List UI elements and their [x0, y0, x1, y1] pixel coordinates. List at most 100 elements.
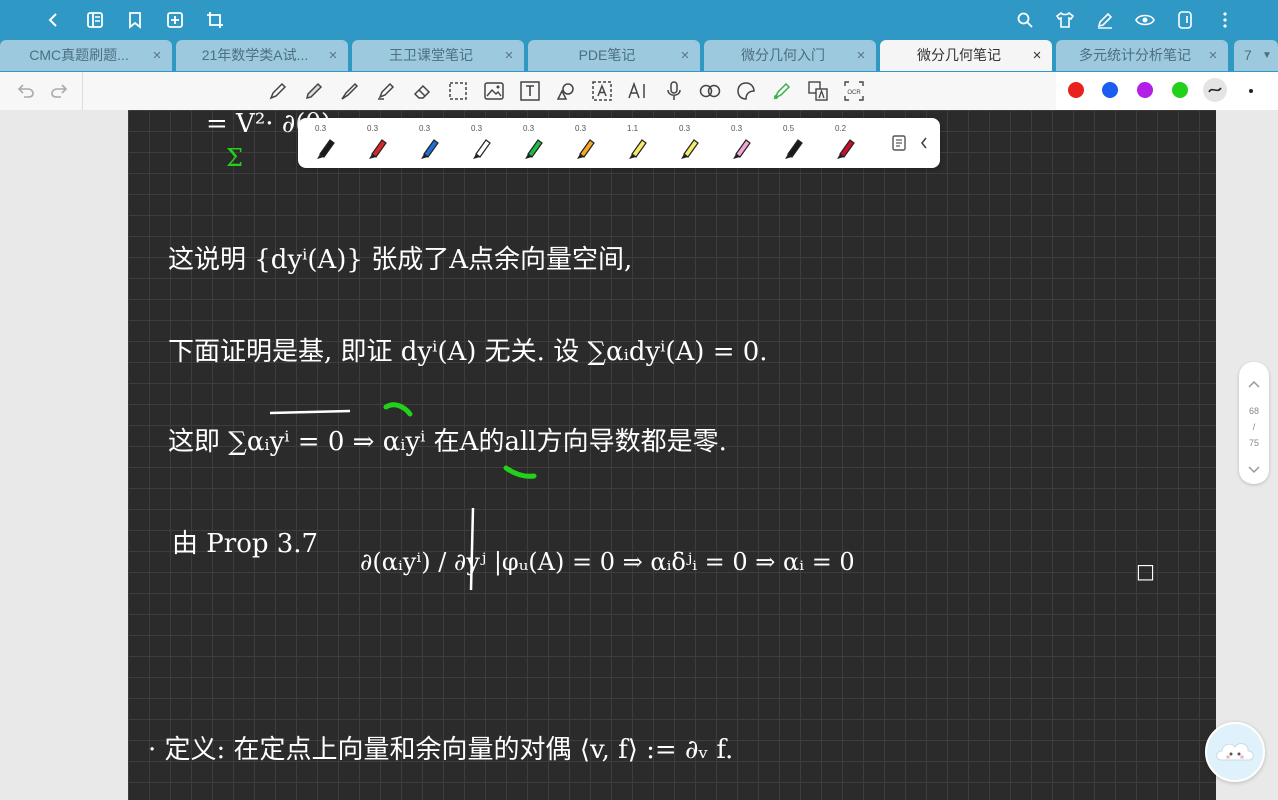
tab-pde-notes[interactable]: PDE笔记 × — [528, 40, 700, 71]
highlighter-icon[interactable] — [374, 79, 398, 103]
fountain-pen-icon[interactable] — [266, 79, 290, 103]
undo-icon[interactable] — [14, 79, 38, 103]
tray-collapse-icon[interactable] — [915, 134, 933, 152]
pen-icon — [629, 139, 647, 159]
pen-size-label: 0.2 — [835, 124, 847, 133]
note-page[interactable]: = V²· ∂(θ) Σ 这说明 {dyⁱ(A)} 张成了A点余向量空间, 下面… — [128, 110, 1216, 800]
tab-close-icon[interactable]: × — [150, 40, 164, 71]
tab-21-math-a[interactable]: 21年数学类A试... × — [176, 40, 348, 71]
pen-tray: 0.3 0.3 0.3 0.3 0.3 0.3 1.1 0.3 0.3 0.5 0.2 — [298, 118, 940, 168]
toolbar-divider — [82, 72, 83, 110]
add-page-icon[interactable] — [163, 8, 187, 32]
pen-preset[interactable]: 0.3 — [456, 118, 506, 168]
color-swatch-blue[interactable] — [1102, 82, 1118, 98]
page-down-icon[interactable] — [1247, 462, 1261, 480]
tab-diffgeo-notes[interactable]: 微分几何笔记 × — [880, 40, 1052, 71]
tab-multivariate-stats[interactable]: 多元统计分析笔记 × — [1056, 40, 1228, 71]
note-line-prop: 由 Prop 3.7 — [172, 529, 318, 559]
brush-pen-icon[interactable] — [338, 79, 362, 103]
tab-cmc[interactable]: CMC真题刷题... × — [0, 40, 172, 71]
pen-size-label: 0.3 — [315, 124, 327, 133]
link-icon[interactable] — [698, 79, 722, 103]
pen-edit-icon[interactable] — [1093, 8, 1117, 32]
pencil-icon[interactable] — [302, 79, 326, 103]
pen-preset[interactable]: 0.3 — [664, 118, 714, 168]
color-swatch-red[interactable] — [1068, 82, 1084, 98]
bookmark-icon[interactable] — [123, 8, 147, 32]
tab-diffgeo-intro[interactable]: 微分几何入门 × — [704, 40, 876, 71]
pen-preset[interactable]: 0.3 — [404, 118, 454, 168]
note-line-conclusion: ∂(αᵢyⁱ) / ∂yʲ |φᵤ(A) = 0 ⇒ αᵢδʲᵢ = 0 ⇒ α… — [360, 548, 855, 577]
text-recognition-icon[interactable] — [590, 79, 614, 103]
shape-icon[interactable] — [554, 79, 578, 103]
note-line-definition: · 定义: 在定点上向量和余向量的对偶 ⟨v, f⟩ := ∂ᵥ f. — [148, 735, 733, 765]
overline-stroke — [269, 409, 351, 415]
tab-label: 多元统计分析笔记 — [1079, 47, 1191, 63]
pen-preset[interactable]: 0.3 — [560, 118, 610, 168]
redo-icon[interactable] — [47, 79, 71, 103]
pen-icon — [733, 139, 751, 159]
tab-label: 微分几何笔记 — [917, 47, 1001, 63]
text-box-icon[interactable] — [518, 79, 542, 103]
more-vertical-icon[interactable] — [1213, 8, 1237, 32]
pen-preset[interactable]: 0.3 — [508, 118, 558, 168]
microphone-icon[interactable] — [662, 79, 686, 103]
image-icon[interactable] — [482, 79, 506, 103]
pen-size-label: 0.5 — [783, 124, 795, 133]
pen-size-label: 0.3 — [679, 124, 691, 133]
note-line-directional: 这即 ∑αᵢyⁱ = 0 ⇒ αᵢyⁱ 在A的all方向导数都是零. — [168, 427, 727, 457]
translate-icon[interactable] — [806, 79, 830, 103]
tab-close-icon[interactable]: × — [502, 40, 516, 71]
tab-close-icon[interactable]: × — [1206, 40, 1220, 71]
tab-label: CMC真题刷题... — [29, 47, 129, 63]
note-sigma-green: Σ — [226, 144, 243, 172]
tab-wangwei-notes[interactable]: 王卫课堂笔记 × — [352, 40, 524, 71]
crop-icon[interactable] — [203, 8, 227, 32]
pen-preset[interactable]: 0.3 — [300, 118, 350, 168]
search-icon[interactable] — [1013, 8, 1037, 32]
pen-size-dot-icon[interactable] — [1249, 89, 1253, 93]
pen-preset[interactable]: 0.3 — [352, 118, 402, 168]
theme-shirt-icon[interactable] — [1053, 8, 1077, 32]
tab-close-icon[interactable]: × — [678, 40, 692, 71]
pen-size-label: 0.3 — [731, 124, 743, 133]
laser-pointer-icon[interactable] — [770, 79, 794, 103]
ai-icon[interactable] — [626, 79, 650, 103]
pen-size-label: 1.1 — [627, 124, 639, 133]
tab-label: 王卫课堂笔记 — [389, 47, 473, 63]
notebook-icon[interactable] — [83, 8, 107, 32]
note-line-span: 这说明 {dyⁱ(A)} 张成了A点余向量空间, — [168, 245, 632, 275]
view-eye-icon[interactable] — [1133, 8, 1157, 32]
color-swatch-purple[interactable] — [1137, 82, 1153, 98]
pen-icon — [837, 139, 855, 159]
pen-preset[interactable]: 0.2 — [820, 118, 870, 168]
tab-label: 21年数学类A试... — [201, 47, 309, 63]
tab-overflow[interactable]: 7 ▼ — [1234, 40, 1278, 71]
page-up-icon[interactable] — [1247, 376, 1261, 394]
back-icon[interactable] — [42, 8, 66, 32]
tab-label: PDE笔记 — [578, 47, 636, 63]
sticker-icon[interactable] — [734, 79, 758, 103]
eraser-icon[interactable] — [410, 79, 434, 103]
pen-icon — [525, 139, 543, 159]
tab-label: 微分几何入门 — [741, 47, 825, 63]
pen-icon — [369, 139, 387, 159]
canvas-area: = V²· ∂(θ) Σ 这说明 {dyⁱ(A)} 张成了A点余向量空间, 下面… — [0, 110, 1278, 800]
pen-size-label: 0.3 — [575, 124, 587, 133]
tab-dropdown-icon[interactable]: ▼ — [1262, 40, 1272, 71]
tray-settings-icon[interactable] — [890, 134, 908, 152]
tab-close-icon[interactable]: × — [854, 40, 868, 71]
assistant-cloud-icon[interactable] — [1205, 722, 1265, 782]
color-swatch-green[interactable] — [1172, 82, 1188, 98]
pen-preset[interactable]: 0.3 — [716, 118, 766, 168]
tab-close-icon[interactable]: × — [326, 40, 340, 71]
device-mode-icon[interactable] — [1173, 8, 1197, 32]
ocr-icon[interactable]: OCR — [842, 79, 866, 103]
lasso-select-icon[interactable] — [446, 79, 470, 103]
tab-label: 7 — [1244, 47, 1252, 63]
pen-preset[interactable]: 1.1 — [612, 118, 662, 168]
pen-preset[interactable]: 0.5 — [768, 118, 818, 168]
note-line-basis: 下面证明是基, 即证 dyⁱ(A) 无关. 设 ∑αᵢdyⁱ(A) = 0. — [168, 337, 768, 367]
tab-close-icon[interactable]: × — [1030, 40, 1044, 71]
stroke-style-icon[interactable] — [1203, 78, 1227, 102]
